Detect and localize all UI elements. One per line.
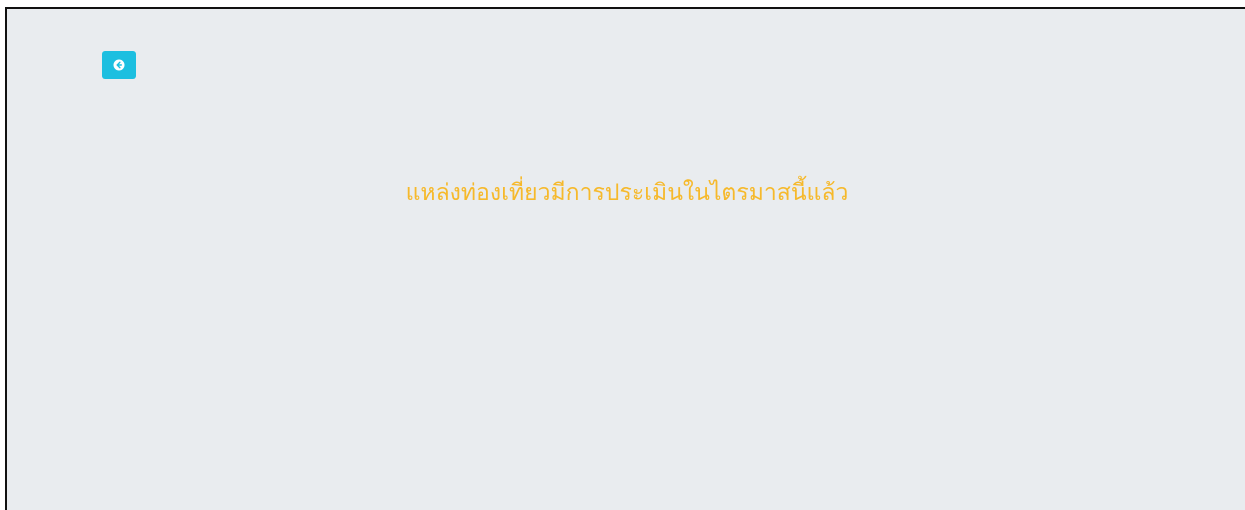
arrow-left-circle-icon [113,59,125,71]
app-screen: แหล่งท่องเที่ยวมีการประเมินในไตรมาสนี้แล… [5,7,1245,510]
assessment-status-message: แหล่งท่องเที่ยวมีการประเมินในไตรมาสนี้แล… [405,180,849,206]
back-button[interactable] [102,51,136,79]
